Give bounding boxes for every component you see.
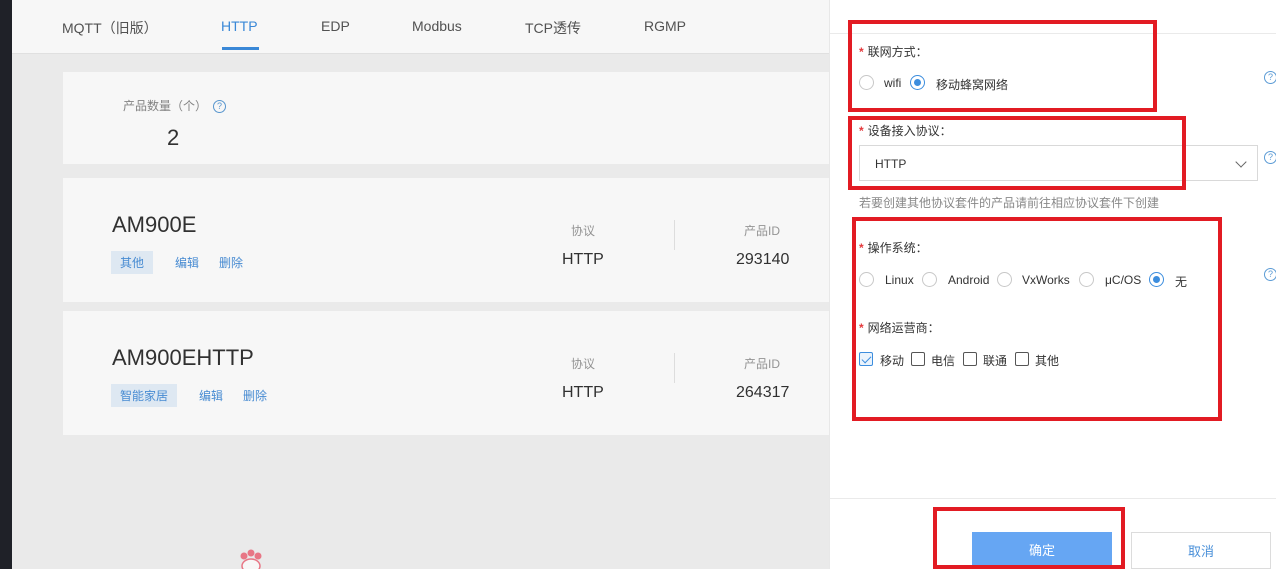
create-product-drawer: * 联网方式： wifi 移动蜂窝网络 ? * 设备接入协议： HTTP ? 若要创… [829,0,1276,569]
help-icon[interactable]: ? [1264,71,1276,84]
chevron-down-icon [1235,156,1247,168]
annotation-box-network [848,20,1157,112]
modal-mask[interactable] [0,0,829,569]
cancel-button[interactable]: 取消 [1131,532,1271,569]
annotation-box-confirm [933,507,1125,569]
protocol-hint: 若要创建其他协议套件的产品请前往相应协议套件下创建 [859,196,1160,210]
drawer-footer-divider [830,498,1276,499]
help-icon[interactable]: ? [1264,268,1276,281]
help-icon[interactable]: ? [1264,151,1276,164]
annotation-box-protocol [848,116,1186,190]
annotation-box-os-carrier [852,217,1222,421]
